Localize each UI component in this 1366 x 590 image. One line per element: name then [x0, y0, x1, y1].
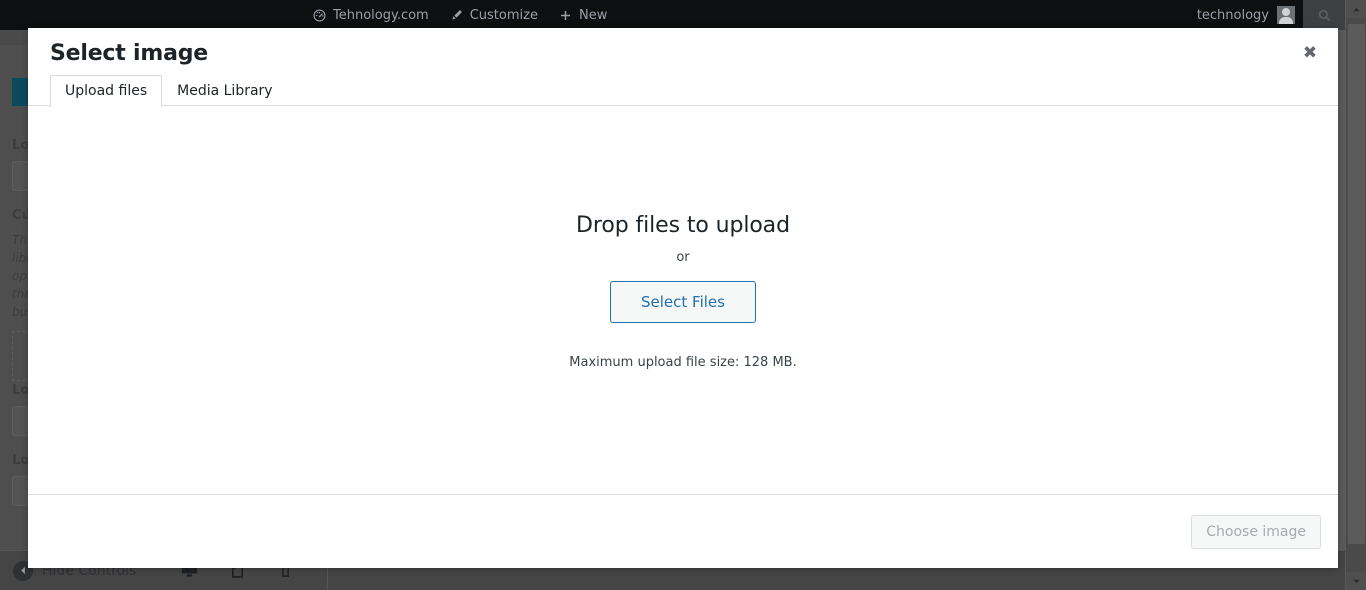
select-image-modal: Select image ✖ Upload files Media Librar… — [28, 28, 1338, 568]
close-icon[interactable]: ✖ — [1290, 34, 1330, 70]
scrollbar-thumb[interactable] — [1348, 24, 1365, 544]
max-upload-size-text: Maximum upload file size: 128 MB. — [569, 354, 797, 370]
admin-bar-right-items: technology — [1187, 0, 1345, 30]
tab-media-library[interactable]: Media Library — [162, 74, 287, 106]
modal-footer: Choose image — [28, 494, 1338, 568]
avatar — [1277, 6, 1295, 24]
user-display-name: technology — [1196, 7, 1269, 23]
dashboard-icon — [312, 8, 327, 23]
admin-bar-item-label: New — [578, 7, 608, 23]
choose-image-button[interactable]: Choose image — [1191, 515, 1321, 549]
scrollbar-track[interactable] — [1346, 18, 1366, 572]
modal-body: Drop files to upload or Select Files Max… — [28, 106, 1338, 494]
page-scrollbar[interactable] — [1345, 0, 1366, 590]
wp-admin-bar: Tehnology.com Customize New technology — [0, 0, 1345, 30]
dropzone-title: Drop files to upload — [576, 212, 790, 238]
modal-header: Select image ✖ — [28, 28, 1338, 74]
brush-icon — [449, 8, 464, 23]
modal-tabs: Upload files Media Library — [28, 74, 1338, 107]
customizer-screen: × Publish Lo 2 Cu Thi libr — [0, 0, 1366, 590]
search-icon[interactable] — [1303, 0, 1345, 30]
dropzone-or-label: or — [676, 249, 690, 265]
admin-bar-item-label: Tehnology.com — [333, 7, 429, 23]
admin-bar-left-items: Tehnology.com Customize New — [302, 0, 617, 30]
plus-icon — [558, 8, 573, 23]
admin-bar-item-label: Customize — [469, 7, 538, 23]
tab-upload-files[interactable]: Upload files — [50, 75, 163, 107]
scroll-down-icon[interactable] — [1346, 572, 1366, 590]
admin-bar-site-name[interactable]: Tehnology.com — [302, 0, 439, 30]
admin-bar-new[interactable]: New — [548, 0, 617, 30]
admin-bar-user-menu[interactable]: technology — [1187, 0, 1303, 30]
select-files-button[interactable]: Select Files — [610, 280, 756, 323]
admin-bar-customize[interactable]: Customize — [439, 0, 548, 30]
modal-title: Select image — [50, 41, 209, 66]
scroll-up-icon[interactable] — [1346, 0, 1366, 18]
upload-dropzone[interactable]: Drop files to upload or Select Files Max… — [569, 213, 796, 370]
